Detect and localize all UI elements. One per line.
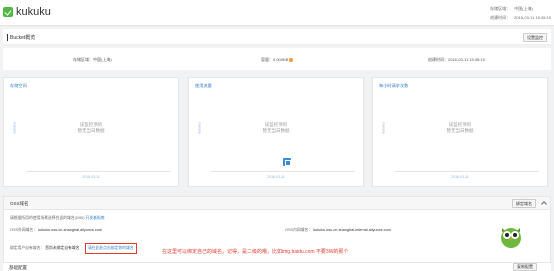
card-axis (26, 171, 170, 172)
owl-mascot-icon (501, 228, 521, 248)
chart-toggle-icon[interactable] (283, 158, 291, 166)
annotation-note: 在这里可以绑定自己的域名，记得，是二级的哦，比如img.baidu.com 不要… (162, 249, 349, 255)
card-title: 使用流量 (195, 83, 212, 88)
developer-guide-link[interactable]: 开发者指南 (86, 216, 105, 220)
storage-info: 容量：0.000KB (261, 57, 294, 63)
card-empty-message: 该监控项的 暂无当日数据 (262, 122, 290, 133)
traffic-card: 使用流量 kubuku 该监控项的 暂无当日数据 2016-03-11 (188, 77, 364, 187)
basic-config-panel: 基础配置 复制配置 (3, 262, 551, 271)
outer-domain-row: OSS外网域名： kukuku.oss-cn-shanghai.aliyuncs… (10, 228, 103, 232)
bucket-logo-icon (3, 7, 13, 17)
hourly-requests-card: 每小时请求次数 kubuku 该监控项的 暂无当日数据 2016-03-11 (372, 77, 548, 187)
bucket-name: kukuku (16, 6, 51, 18)
basic-config-title: 基础配置 (9, 265, 27, 270)
oss-note: 请根据所用的使用场景选择合适的域名(0/90) 开发者指南 (10, 216, 105, 220)
region-label: 存储区域： (490, 6, 511, 11)
card-empty-message: 该监控项的 暂无当日数据 (77, 122, 105, 133)
card-empty-message: 该监控项的 暂无当日数据 (446, 122, 474, 133)
chevron-up-icon[interactable] (541, 201, 547, 207)
card-axis (395, 171, 539, 172)
created-info: 创建时间：2016-03-11 15:35:19 (428, 57, 485, 62)
oss-panel-header: OSS域名 绑定域名 (4, 197, 550, 210)
top-bar: kukuku 存储区域： 中国(上海) 创建时间： 2016-03-11 15:… (0, 0, 554, 26)
inner-domain-row: OSS内网域名： kukuku.oss-cn-shanghai-internal… (285, 228, 391, 232)
region-value: 中国(上海) (514, 6, 533, 11)
card-date: 2016-03-11 (267, 175, 285, 179)
created-value: 2016-03-11 15:35:19 (514, 15, 551, 20)
set-monitor-button[interactable]: 设置监控 (523, 33, 547, 42)
page-title-bar: Bucket概览 设置监控 (3, 29, 551, 45)
bucket-meta: 存储区域： 中国(上海) 创建时间： 2016-03-11 15:35:19 (490, 6, 551, 21)
oss-panel-title: OSS域名 (10, 201, 29, 206)
card-title: 存储空间 (10, 83, 27, 88)
card-date: 2016-03-11 (82, 175, 100, 179)
card-axis (211, 171, 355, 172)
bind-domain-link[interactable]: 请在此处点击绑定你的域名 (85, 243, 137, 254)
page-title: Bucket概览 (7, 34, 35, 41)
bind-domain-row: 绑定用户自有域名： 您尚未绑定自有域名 (10, 246, 80, 250)
warning-icon[interactable] (289, 57, 294, 62)
copy-config-button[interactable]: 复制配置 (513, 263, 537, 271)
card-date: 2016-03-11 (451, 175, 469, 179)
card-title: 每小时请求次数 (379, 83, 409, 88)
overview-info: 存储区域：中国(上海) 容量：0.000KB 创建时间：2016-03-11 1… (3, 48, 551, 70)
bind-domain-button[interactable]: 绑定域名 (512, 199, 536, 208)
storage-space-card: 存储空间 kubuku 该监控项的 暂无当日数据 2016-03-11 (3, 77, 179, 187)
created-label: 创建时间： (490, 15, 511, 20)
region-info: 存储区域：中国(上海) (73, 57, 112, 62)
